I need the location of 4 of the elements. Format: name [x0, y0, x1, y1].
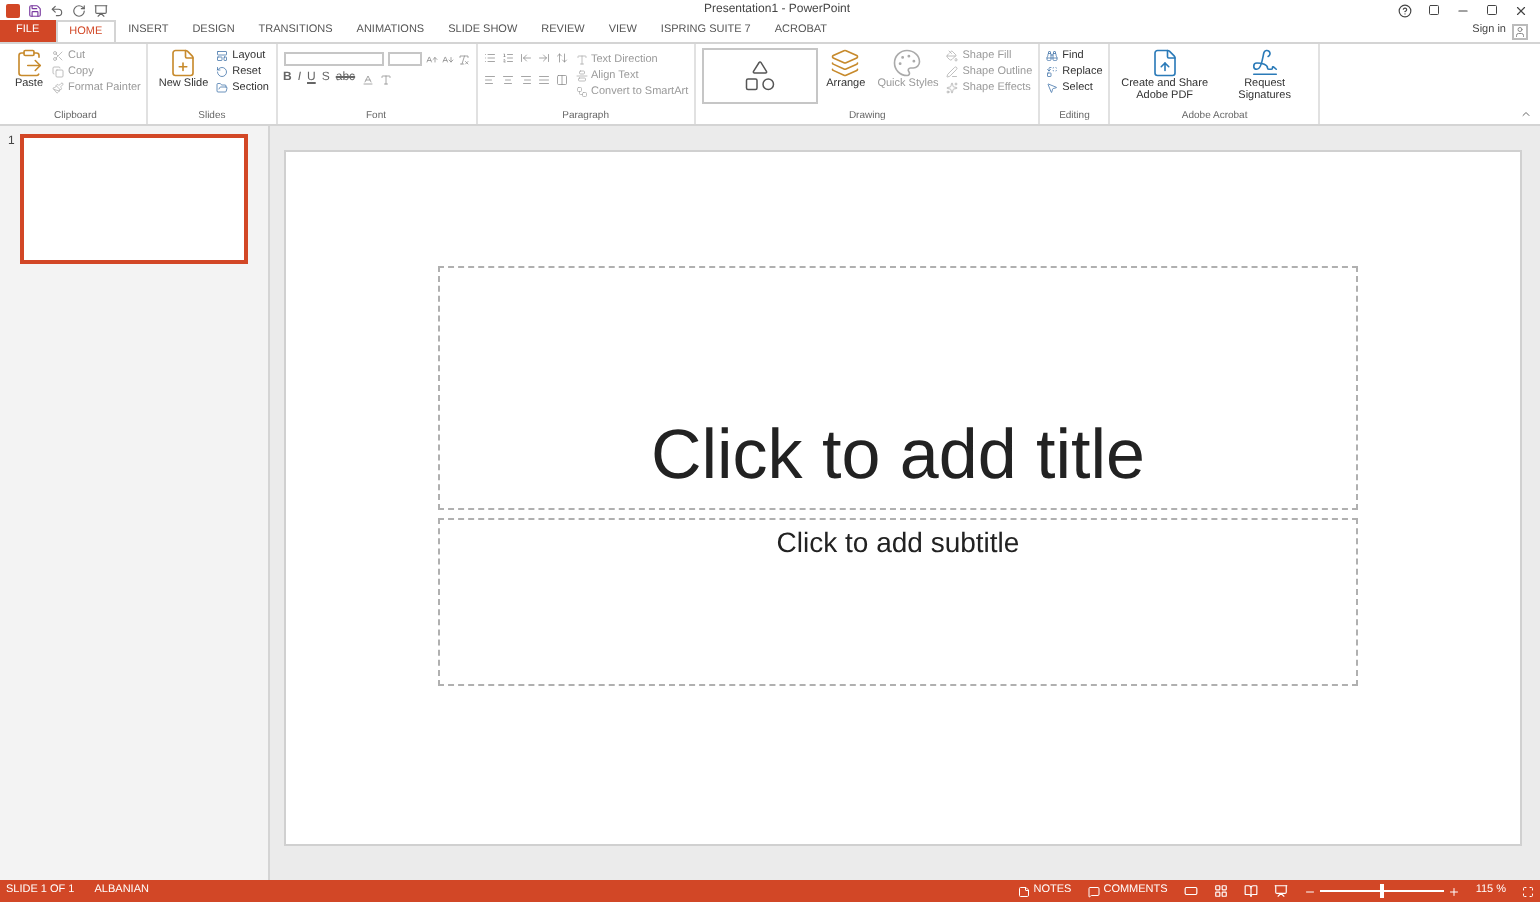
subtitle-placeholder[interactable]: Click to add subtitle [438, 518, 1358, 686]
title-placeholder-text: Click to add title [650, 416, 1146, 496]
subtitle-placeholder-text: Click to add subtitle [776, 524, 1020, 562]
title-placeholder[interactable]: Click to add title [438, 266, 1358, 510]
